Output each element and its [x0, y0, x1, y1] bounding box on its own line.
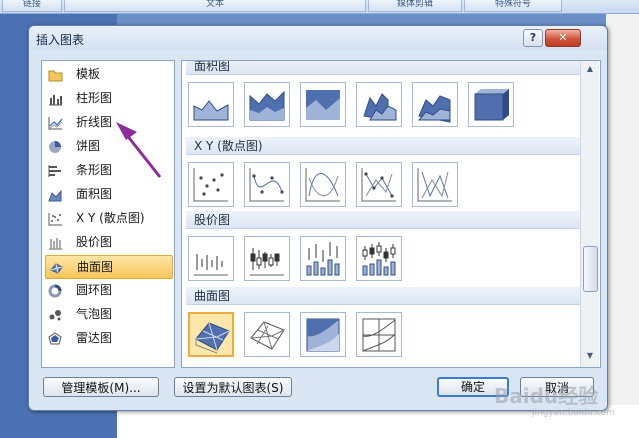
- scatter-chart-icon: [48, 211, 63, 226]
- chart-type-label: X Y (散点图): [76, 211, 145, 225]
- scatter-markers-chart-thumbnail[interactable]: [188, 162, 234, 207]
- scatter-smooth-markers-chart-thumbnail[interactable]: [244, 162, 290, 207]
- chart-type-label: 折线图: [76, 115, 113, 129]
- chart-type-item[interactable]: 圆环图: [45, 279, 171, 301]
- area-chart-thumbnail[interactable]: [188, 82, 234, 127]
- chart-subtype-gallery: ▲ ▼ 面积图 X Y (散点图) 股价图曲面图: [181, 60, 601, 368]
- stock-vohlc-chart-thumbnail[interactable]: [356, 236, 402, 281]
- contour-chart-thumbnail[interactable]: [300, 312, 346, 357]
- set-default-chart-button[interactable]: 设置为默认图表(S): [174, 377, 292, 397]
- wireframe-3d-surface-chart-thumbnail[interactable]: [244, 312, 290, 357]
- help-button[interactable]: ?: [523, 29, 543, 47]
- chart-type-label: 柱形图: [76, 91, 113, 105]
- stacked-area-chart-thumbnail[interactable]: [244, 82, 290, 127]
- watermark-text: Baidu经验: [494, 384, 599, 408]
- chart-type-item[interactable]: 模板: [45, 63, 171, 85]
- dialog-titlebar[interactable]: 插入图表 ? ✕: [29, 26, 607, 50]
- ribbon-tab-media[interactable]: 媒体剪辑: [368, 0, 462, 12]
- 3d-100-area-chart-thumbnail[interactable]: [468, 82, 514, 127]
- chart-type-item[interactable]: 柱形图: [45, 87, 171, 109]
- bar-chart-icon: [48, 163, 63, 177]
- stock-chart-icon: [48, 235, 63, 250]
- chart-type-item[interactable]: 饼图: [45, 135, 171, 157]
- close-icon: ✕: [558, 31, 568, 44]
- chart-type-label: 股价图: [76, 235, 113, 249]
- gallery-section-header: 股价图: [186, 211, 580, 229]
- chart-type-list: 模板柱形图折线图饼图条形图面积图 X Y (散点图) 股价图曲面图圆环图气泡图雷达图: [41, 60, 175, 368]
- stock-ohlc-chart-thumbnail[interactable]: [244, 236, 290, 281]
- chart-type-label: 面积图: [76, 187, 113, 201]
- stock-vhlc-chart-thumbnail[interactable]: [300, 236, 346, 281]
- pie-chart-icon: [48, 139, 63, 153]
- watermark-url: jingyan.baidu.com: [532, 408, 616, 418]
- watermark-logo: Baidu经验 jingyan.baidu.com: [486, 374, 636, 434]
- 3d-surface-chart-thumbnail[interactable]: [188, 312, 234, 357]
- scatter-lines-markers-chart-thumbnail[interactable]: [356, 162, 402, 207]
- ribbon-strip: 链接 文本 媒体剪辑 特殊符号: [0, 0, 639, 14]
- background-panel: [606, 14, 639, 405]
- chart-type-label: 气泡图: [76, 307, 113, 321]
- scroll-down-icon[interactable]: ▼: [584, 351, 596, 363]
- bubble-chart-icon: [48, 307, 63, 321]
- gallery-section-header: X Y (散点图): [186, 137, 580, 155]
- chart-type-item[interactable]: 曲面图: [45, 255, 173, 279]
- scatter-lines-chart-thumbnail[interactable]: [412, 162, 458, 207]
- gallery-section-header: 面积图: [186, 61, 580, 75]
- insert-chart-dialog: 插入图表 ? ✕ 模板 柱形图 折线图 饼图 条形图 面积图 X Y (散点图) 股价图 曲面图…: [28, 25, 608, 411]
- scatter-smooth-chart-thumbnail[interactable]: [300, 162, 346, 207]
- chart-type-label: 曲面图: [77, 260, 114, 274]
- 3d-stacked-area-chart-thumbnail[interactable]: [412, 82, 458, 127]
- chart-type-item[interactable]: 面积图: [45, 183, 171, 205]
- dialog-title: 插入图表: [36, 33, 85, 47]
- chart-type-item[interactable]: 雷达图: [45, 327, 171, 349]
- gallery-scrollbar[interactable]: ▲ ▼: [580, 61, 599, 367]
- chart-type-item[interactable]: 条形图: [45, 159, 171, 181]
- chart-type-item[interactable]: X Y (散点图): [45, 207, 171, 229]
- scroll-up-icon[interactable]: ▲: [584, 64, 596, 76]
- chart-type-label: 条形图: [76, 163, 113, 177]
- surface-chart-icon: [49, 260, 64, 274]
- column-chart-icon: [48, 91, 63, 106]
- chart-type-item[interactable]: 气泡图: [45, 303, 171, 325]
- line-chart-icon: [48, 115, 63, 130]
- chart-type-item[interactable]: 股价图: [45, 231, 171, 253]
- folder-icon: [48, 67, 63, 82]
- chart-type-label: 雷达图: [76, 331, 113, 345]
- chart-type-label: 模板: [76, 67, 101, 81]
- ribbon-tab-text[interactable]: 文本: [64, 0, 366, 12]
- chart-type-label: 饼图: [76, 139, 101, 153]
- stock-hlc-chart-thumbnail[interactable]: [188, 236, 234, 281]
- wireframe-contour-chart-thumbnail[interactable]: [356, 312, 402, 357]
- 3d-area-chart-thumbnail[interactable]: [356, 82, 402, 127]
- chart-type-label: 圆环图: [76, 283, 113, 297]
- ribbon-tab-symbols[interactable]: 特殊符号: [464, 0, 562, 12]
- gallery-section-header: 曲面图: [186, 287, 580, 305]
- scroll-thumb[interactable]: [583, 246, 598, 292]
- radar-chart-icon: [48, 331, 63, 345]
- ribbon-tab-link[interactable]: 链接: [2, 0, 62, 12]
- chart-type-item[interactable]: 折线图: [45, 111, 171, 133]
- 100-area-chart-thumbnail[interactable]: [300, 82, 346, 127]
- doughnut-chart-icon: [48, 283, 63, 298]
- area-chart-icon: [48, 187, 63, 202]
- manage-templates-button[interactable]: 管理模板(M)...: [43, 377, 159, 397]
- close-button[interactable]: ✕: [545, 29, 581, 47]
